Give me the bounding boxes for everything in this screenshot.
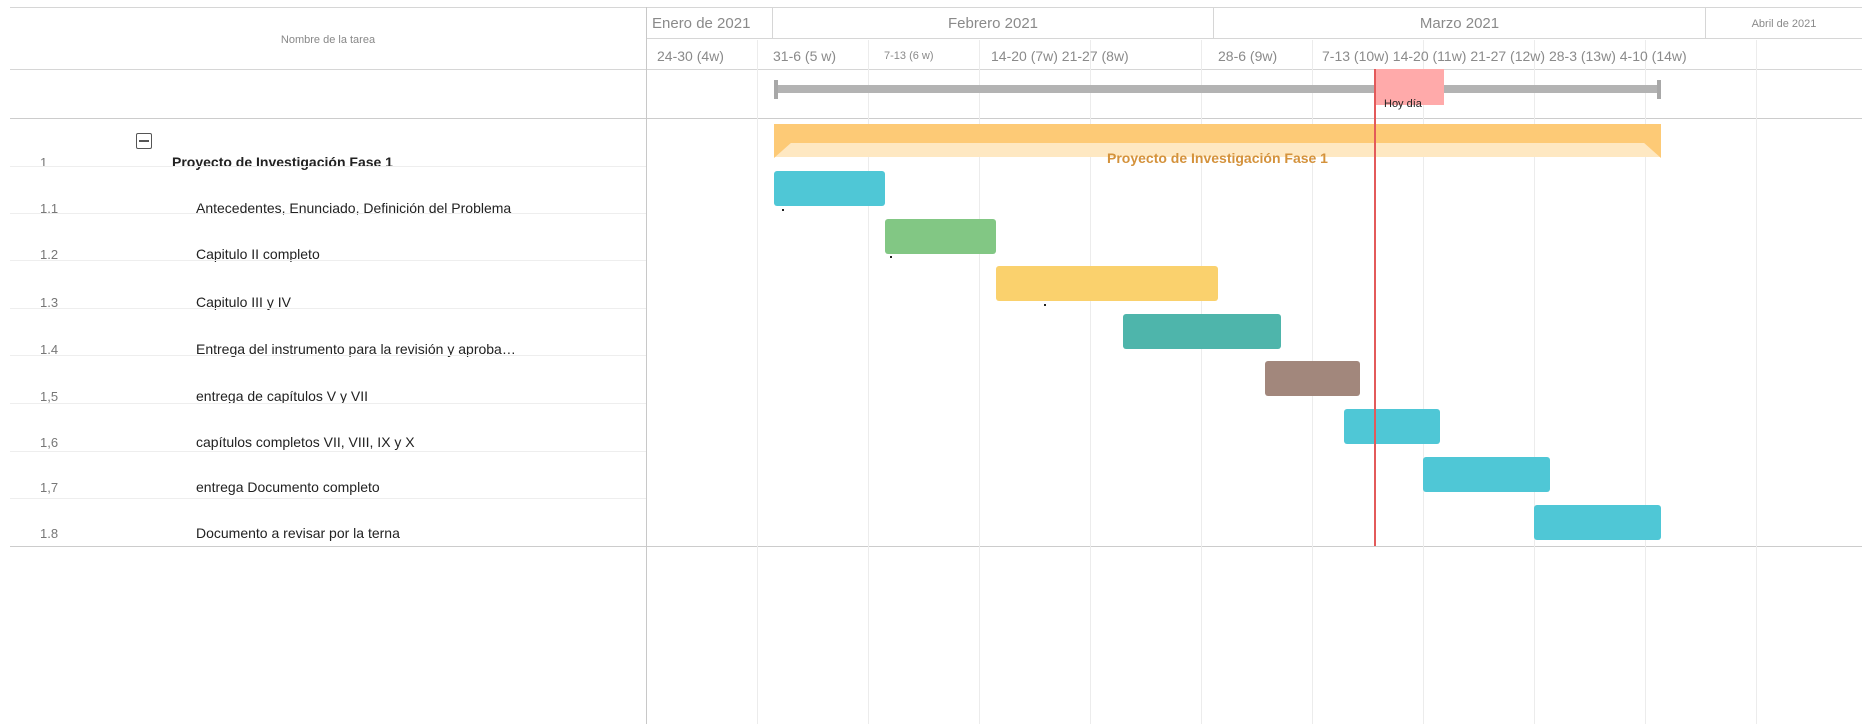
week-header: 7-13 (6 w) [884,50,934,62]
month-header-february: Febrero 2021 [947,15,1039,32]
task-id-1-8: 1.8 [40,526,59,541]
rows-bottom-border [10,546,1862,547]
progress-marker [782,209,784,211]
row-separator [10,308,646,309]
summary-bar[interactable] [774,124,1661,143]
summary-bar-label: Proyecto de Investigación Fase 1 [1107,150,1328,166]
task-name-1-8[interactable]: Documento a revisar por la terna [196,525,400,541]
task-bar-1-3[interactable] [996,266,1218,301]
task-bar-1-7[interactable] [1423,457,1550,492]
task-id-1-5: 1,5 [40,389,59,404]
timeline-range-bar[interactable] [774,85,1661,93]
task-column-header[interactable]: Nombre de la tarea [10,34,646,46]
task-name-1-6[interactable]: capítulos completos VII, VIII, IX y X [196,434,415,450]
progress-marker [890,256,892,258]
task-id-1-6: 1,6 [40,435,59,450]
month-header-april: Abril de 2021 [1751,18,1817,30]
overview-bottom-border [10,118,1862,119]
collapse-toggle-icon[interactable] [136,133,152,149]
timeline-start-handle[interactable] [774,80,778,99]
week-header: 31-6 (5 w) [773,48,837,64]
row-separator [10,451,646,452]
timeline-end-handle[interactable] [1657,80,1661,99]
today-line [1374,69,1376,546]
project-name[interactable]: Proyecto de Investigación Fase 1 [172,154,393,170]
week-header: 7-13 (10w) 14-20 (11w) 21-27 (12w) 28-3 … [1322,48,1687,64]
row-separator [10,213,646,214]
row-separator [10,166,646,167]
week-gridline [757,40,758,724]
week-gridline [1756,40,1757,724]
task-id-1-7: 1,7 [40,480,59,495]
month-divider [646,38,1862,39]
row-separator [10,498,646,499]
pane-splitter[interactable] [646,7,647,724]
row-separator [10,260,646,261]
header-bottom-border [10,69,1862,70]
week-header: 24-30 (4w) [657,48,724,64]
task-bar-1-6[interactable] [1344,409,1440,444]
task-bar-1-5[interactable] [1265,361,1360,396]
row-separator [10,355,646,356]
month-header-march: Marzo 2021 [1419,15,1500,32]
task-name-1-7[interactable]: entrega Documento completo [196,479,380,495]
task-bar-1-8[interactable] [1534,505,1661,540]
week-header: 28-6 (9w) [1218,48,1278,64]
month-header-january: Enero de 2021 [652,15,751,32]
week-header: 14-20 (7w) 21-27 (8w) [991,48,1129,64]
task-bar-1-2[interactable] [885,219,996,254]
task-name-1-5[interactable]: entrega de capítulos V y VII [196,388,368,404]
today-label: Hoy día [1384,98,1422,110]
progress-marker [1044,304,1046,306]
row-separator [10,403,646,404]
project-id: 1 [40,155,48,170]
task-bar-1-1[interactable] [774,171,885,206]
task-bar-1-4[interactable] [1123,314,1281,349]
